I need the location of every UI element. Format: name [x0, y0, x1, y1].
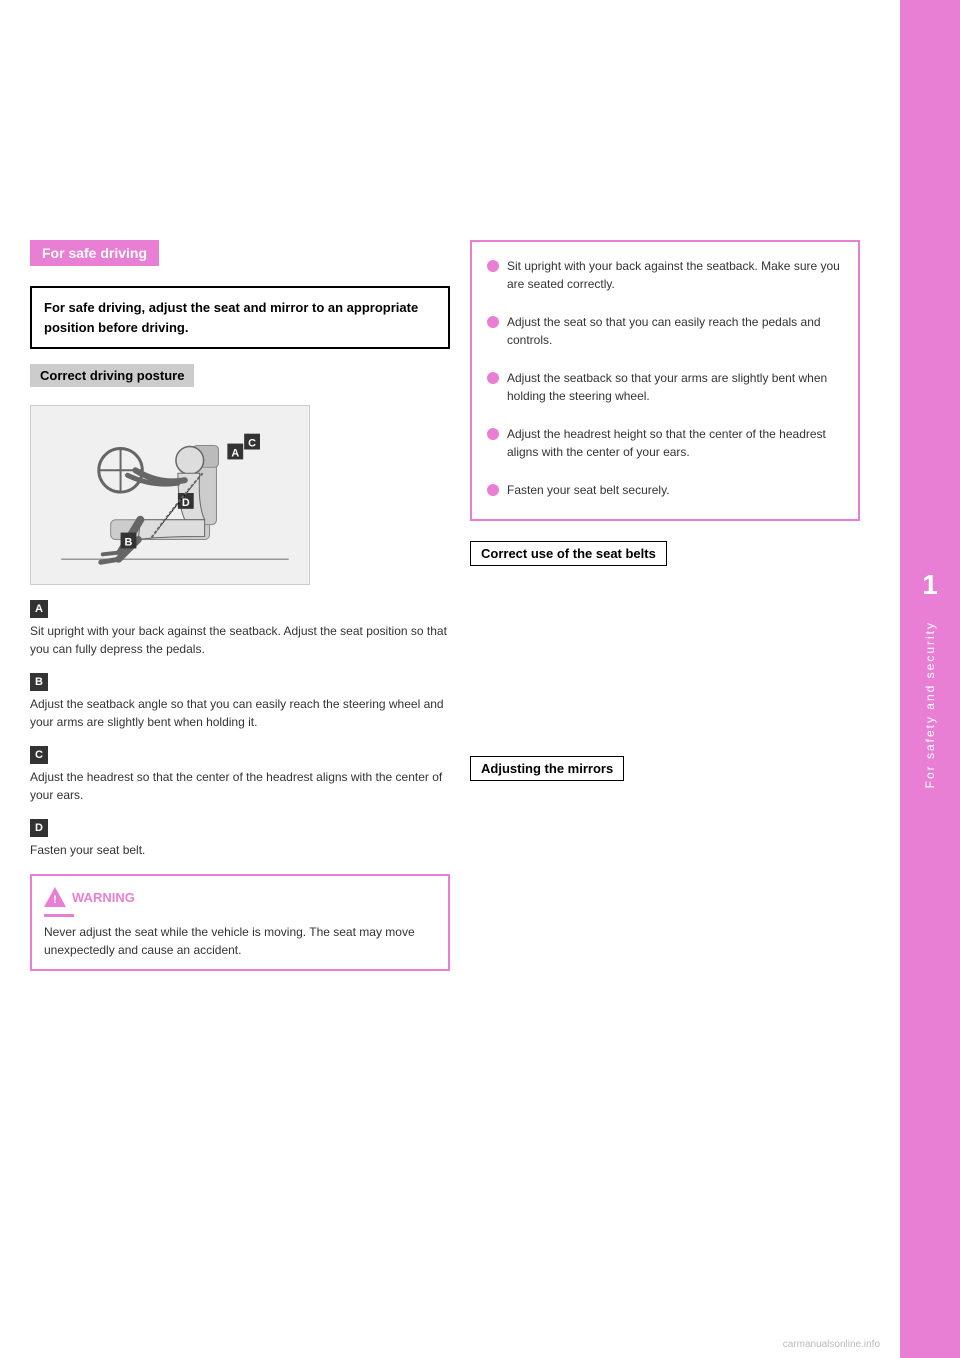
bullet-item-4: Adjust the headrest height so that the c…: [487, 425, 843, 461]
label-c-text: Adjust the headrest so that the center o…: [30, 768, 450, 804]
warning-text: Never adjust the seat while the vehicle …: [44, 923, 436, 959]
bullet-item-5: Fasten your seat belt securely.: [487, 481, 843, 499]
svg-text:D: D: [182, 497, 190, 509]
warning-triangle-icon: !: [53, 894, 57, 906]
label-b-text: Adjust the seatback angle so that you ca…: [30, 695, 450, 731]
warning-box: ! WARNING Never adjust the seat while th…: [30, 874, 450, 971]
label-d-block: D Fasten your seat belt.: [30, 819, 450, 859]
watermark: carmanualsonline.info: [783, 1339, 880, 1350]
info-box: For safe driving, adjust the seat and mi…: [30, 286, 450, 349]
warning-header: ! WARNING: [44, 886, 436, 908]
right-sidebar: 1 For safety and security: [900, 0, 960, 1358]
sidebar-chapter-number: 1: [922, 569, 938, 601]
bullet-dot-2: [487, 316, 499, 328]
label-a-letter: A: [30, 600, 48, 618]
bullet-text-2: Adjust the seat so that you can easily r…: [507, 313, 843, 349]
bullet-item-1: Sit upright with your back against the s…: [487, 257, 843, 293]
label-c-block: C Adjust the headrest so that the center…: [30, 746, 450, 804]
svg-text:C: C: [248, 438, 256, 450]
svg-text:A: A: [231, 447, 239, 459]
bullet-points-box: Sit upright with your back against the s…: [470, 240, 860, 521]
info-box-text: For safe driving, adjust the seat and mi…: [44, 300, 418, 335]
correct-use-seat-belts-header: Correct use of the seat belts: [470, 541, 667, 566]
label-b-block: B Adjust the seatback angle so that you …: [30, 673, 450, 731]
right-column: Sit upright with your back against the s…: [460, 20, 860, 1338]
bullet-dot-5: [487, 484, 499, 496]
bullet-dot-4: [487, 428, 499, 440]
warning-title: WARNING: [72, 890, 135, 905]
bullet-text-5: Fasten your seat belt securely.: [507, 481, 670, 499]
adjusting-mirrors-header: Adjusting the mirrors: [470, 756, 624, 781]
label-b-letter: B: [30, 673, 48, 691]
driving-posture-image: A B C D: [30, 405, 310, 585]
svg-text:B: B: [125, 536, 133, 548]
label-d-letter: D: [30, 819, 48, 837]
label-a-block: A Sit upright with your back against the…: [30, 600, 450, 658]
seat-diagram-svg: A B C D: [31, 406, 309, 584]
mirrors-content-area: [470, 801, 860, 921]
bullet-text-3: Adjust the seatback so that your arms ar…: [507, 369, 843, 405]
bullet-dot-3: [487, 372, 499, 384]
label-a-text: Sit upright with your back against the s…: [30, 622, 450, 658]
bullet-item-3: Adjust the seatback so that your arms ar…: [487, 369, 843, 405]
bullet-item-2: Adjust the seat so that you can easily r…: [487, 313, 843, 349]
bullet-dot-1: [487, 260, 499, 272]
main-content: For safe driving For safe driving, adjus…: [0, 0, 900, 1358]
bullet-text-4: Adjust the headrest height so that the c…: [507, 425, 843, 461]
label-c-letter: C: [30, 746, 48, 764]
page-container: For safe driving For safe driving, adjus…: [0, 0, 960, 1358]
correct-driving-posture-header: Correct driving posture: [30, 364, 194, 387]
left-column: For safe driving For safe driving, adjus…: [30, 20, 460, 1338]
for-safe-driving-header: For safe driving: [30, 240, 159, 266]
label-d-text: Fasten your seat belt.: [30, 841, 450, 859]
seat-belts-content-area: [470, 596, 860, 756]
bullet-text-1: Sit upright with your back against the s…: [507, 257, 843, 293]
sidebar-label: For safety and security: [923, 621, 937, 788]
